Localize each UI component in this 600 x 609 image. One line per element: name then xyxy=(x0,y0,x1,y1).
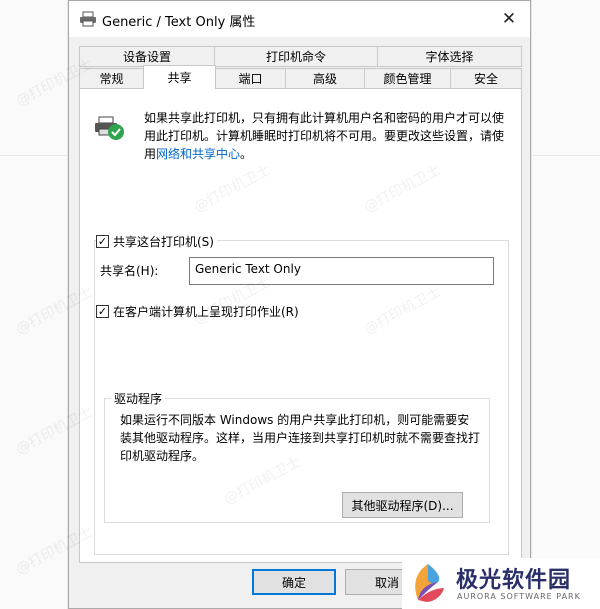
shared-printer-icon xyxy=(95,116,124,140)
share-printer-checkbox[interactable]: ✓ 共享这台打印机(S) xyxy=(96,233,217,250)
window-title: Generic / Text Only 属性 xyxy=(102,15,256,30)
render-jobs-checkbox[interactable]: ✓ 在客户端计算机上呈现打印作业(R) xyxy=(96,303,302,320)
tab-label: 打印机命令 xyxy=(265,50,326,64)
tab-sharing[interactable]: 共享 xyxy=(143,65,216,89)
tab-printer-commands[interactable]: 打印机命令 xyxy=(214,46,378,67)
background-divider xyxy=(0,155,68,156)
tab-advanced[interactable]: 高级 xyxy=(285,68,365,89)
share-name-input[interactable]: Generic Text Only xyxy=(189,257,494,285)
tab-color-management[interactable]: 颜色管理 xyxy=(364,68,451,89)
background-divider xyxy=(531,155,600,156)
background-left xyxy=(0,0,68,609)
tab-label: 安全 xyxy=(473,72,498,86)
tab-label: 设备设置 xyxy=(122,50,171,64)
close-button[interactable]: ✕ xyxy=(486,1,530,37)
sharing-description: 如果共享此打印机，只有拥有此计算机用户名和密码的用户才可以使用此打印机。计算机睡… xyxy=(144,109,514,163)
close-icon: ✕ xyxy=(501,9,517,29)
checkmark-icon: ✓ xyxy=(96,305,109,318)
title-bar: Generic / Text Only 属性 ✕ xyxy=(69,1,530,37)
printer-properties-dialog: Generic / Text Only 属性 ✕ 设备设置 打印机命令 字体选择… xyxy=(68,0,531,609)
drivers-description: 如果运行不同版本 Windows 的用户共享此打印机，则可能需要安装其他驱动程序… xyxy=(120,413,481,463)
sharing-description-end: 。 xyxy=(240,147,253,161)
share-printer-label: 共享这台打印机(S) xyxy=(113,235,214,249)
aurora-logo-icon xyxy=(415,564,444,602)
tab-font-selection[interactable]: 字体选择 xyxy=(377,46,522,67)
tab-label: 字体选择 xyxy=(425,50,474,64)
other-drivers-button[interactable]: 其他驱动程序(D)... xyxy=(342,492,463,518)
share-name-label: 共享名(H): xyxy=(100,264,159,278)
tab-ports[interactable]: 端口 xyxy=(215,68,286,89)
brand-subtitle: AURORA SOFTWARE PARK xyxy=(457,592,581,601)
ok-button[interactable]: 确定 xyxy=(252,569,336,595)
tab-label: 共享 xyxy=(167,71,192,85)
tab-security[interactable]: 安全 xyxy=(450,68,522,89)
tab-label: 高级 xyxy=(312,72,337,86)
render-jobs-label: 在客户端计算机上呈现打印作业(R) xyxy=(113,305,299,319)
background-right xyxy=(531,0,600,609)
drivers-legend: 驱动程序 xyxy=(111,390,166,407)
brand-name: 极光软件园 xyxy=(456,568,572,593)
sharing-tab-page: 如果共享此打印机，只有拥有此计算机用户名和密码的用户才可以使用此打印机。计算机睡… xyxy=(79,88,522,563)
network-sharing-center-link[interactable]: 网络和共享中心 xyxy=(156,147,240,161)
brand-overlay: 极光软件园 AURORA SOFTWARE PARK xyxy=(402,558,600,609)
tab-label: 端口 xyxy=(238,72,263,86)
tab-device-settings[interactable]: 设备设置 xyxy=(79,46,215,67)
printer-icon xyxy=(80,11,96,27)
tab-general[interactable]: 常规 xyxy=(79,68,144,89)
tab-label: 颜色管理 xyxy=(383,72,432,86)
tab-label: 常规 xyxy=(99,72,124,86)
checkmark-icon: ✓ xyxy=(96,235,109,248)
